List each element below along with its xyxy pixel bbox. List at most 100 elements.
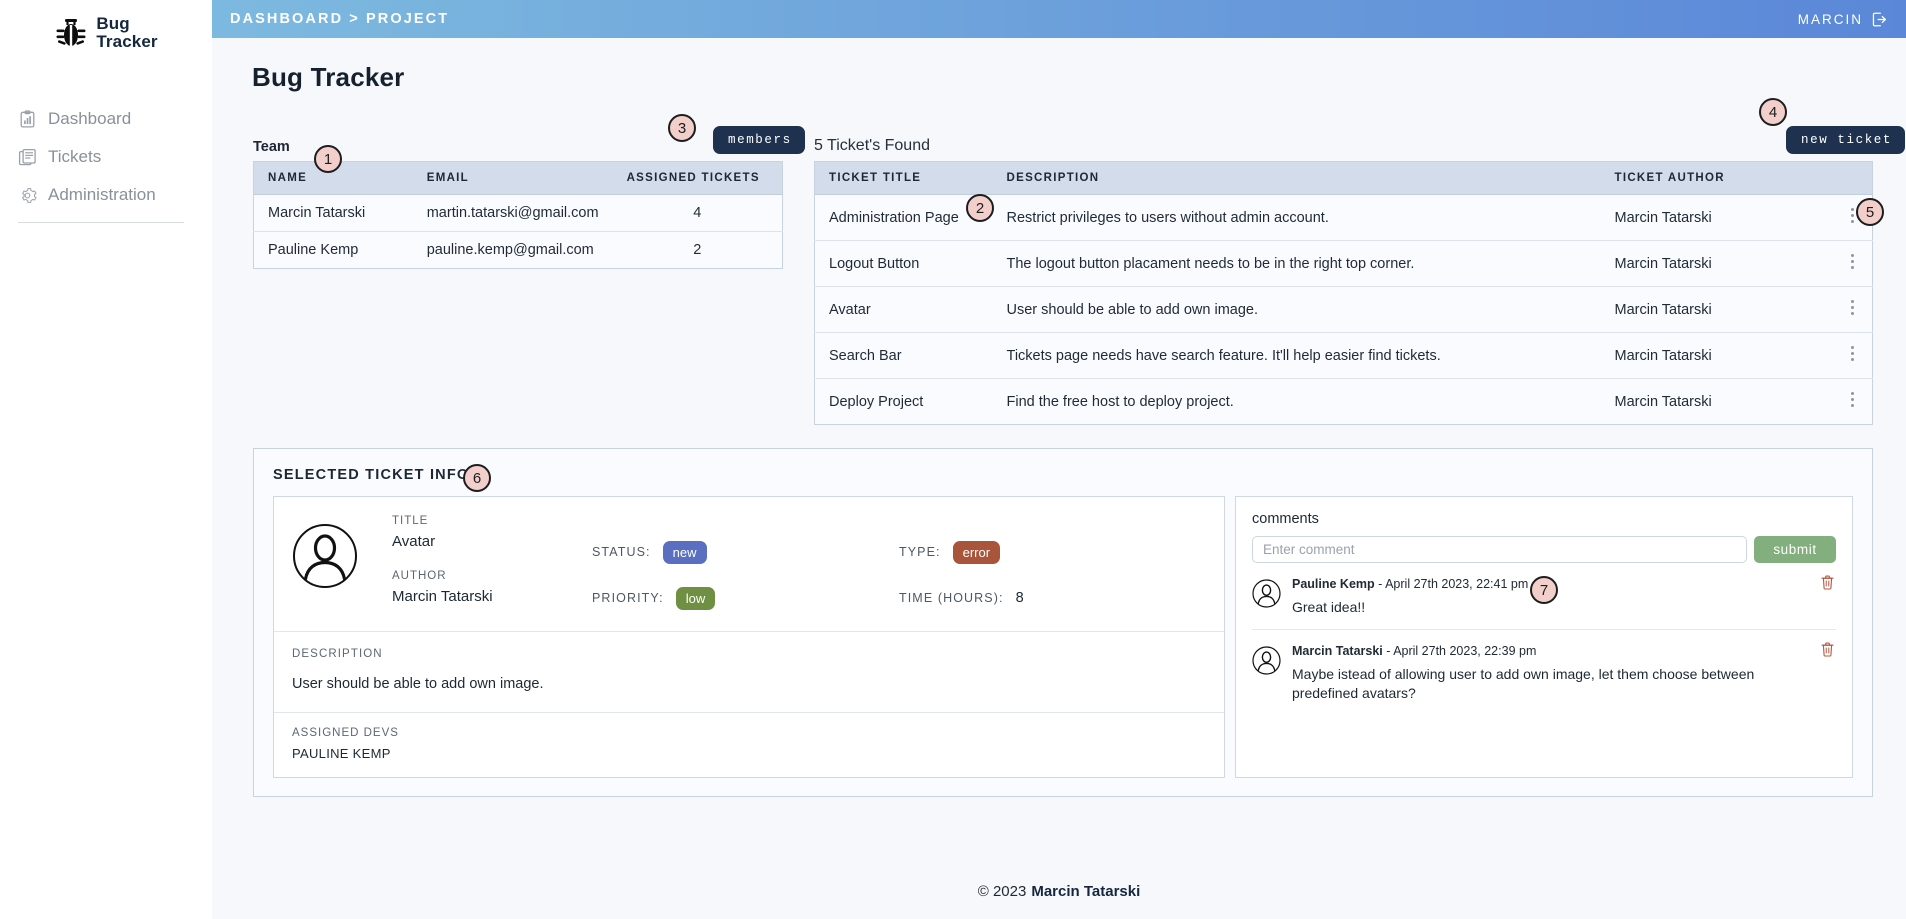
sidebar-item-label: Dashboard [48, 109, 132, 128]
ticket-author-value: Marcin Tatarski [392, 588, 493, 605]
trash-icon[interactable] [1821, 575, 1834, 595]
time-label: TIME (HOURS): [899, 591, 1004, 605]
type-row: TYPE: error [899, 529, 1206, 575]
ticket-author: Marcin Tatarski [1600, 332, 1833, 379]
tickets-table-body: Administration Page Restrict privileges … [814, 194, 1873, 425]
brand-logo[interactable]: Bug Tracker [0, 0, 212, 56]
tickets-found-count: 5 Ticket's Found [814, 137, 930, 154]
type-label: TYPE: [899, 545, 941, 559]
kebab-menu-icon [1850, 343, 1854, 364]
table-row[interactable]: Search Bar Tickets page needs have searc… [814, 332, 1873, 379]
tickets-col-title: TICKET TITLE [814, 161, 993, 195]
ticket-author: Marcin Tatarski [1600, 378, 1833, 425]
comment-author: Marcin Tatarski [1292, 643, 1383, 658]
ticket-row-menu-button[interactable] [1832, 240, 1873, 287]
ticket-description: Find the free host to deploy project. [992, 378, 1601, 425]
ticket-summary-row: TITLE Avatar AUTHOR Marcin Tatarski STAT… [274, 497, 1224, 632]
sidebar-nav: Dashboard Tickets Administration [0, 100, 212, 223]
annotation-badge-6: 6 [463, 464, 491, 492]
ticket-description: The logout button placament needs to be … [992, 240, 1601, 287]
ticket-author-label: AUTHOR [392, 570, 447, 582]
table-row[interactable]: Pauline Kemp pauline.kemp@gmail.com 2 [253, 231, 783, 269]
priority-row: PRIORITY: low [592, 575, 899, 621]
status-label: STATUS: [592, 545, 651, 559]
table-row[interactable]: Deploy Project Find the free host to dep… [814, 378, 1873, 425]
team-table-body: Marcin Tatarski martin.tatarski@gmail.co… [253, 194, 783, 269]
gear-icon [18, 186, 37, 205]
team-label: Team [253, 139, 290, 155]
team-cell-assigned: 4 [612, 194, 783, 232]
ticket-description: User should be able to add own image. [992, 286, 1601, 333]
new-ticket-button[interactable]: new ticket [1786, 126, 1906, 154]
footer-author: Marcin Tatarski [1031, 882, 1141, 900]
submit-comment-button[interactable]: submit [1754, 536, 1836, 563]
brand-text: Bug Tracker [96, 15, 157, 51]
tickets-col-author: TICKET AUTHOR [1600, 161, 1833, 195]
assigned-devs-value: PAULINE KEMP [292, 746, 391, 761]
comment-body: Marcin Tatarski - April 27th 2023, 22:39… [1292, 644, 1836, 703]
sidebar-item-label: Administration [48, 185, 156, 204]
breadcrumb[interactable]: DASHBOARD > PROJECT [230, 11, 449, 27]
ticket-author: Marcin Tatarski [1600, 286, 1833, 333]
annotation-badge-7: 7 [1530, 576, 1558, 604]
ticket-description-section: DESCRIPTION User should be able to add o… [274, 632, 1224, 713]
ticket-title-link[interactable]: Administration Page [814, 194, 993, 241]
ticket-title-link[interactable]: Deploy Project [814, 378, 993, 425]
comments-card: comments submit Pauline Kemp - April 27t… [1235, 496, 1853, 778]
table-row[interactable]: Marcin Tatarski martin.tatarski@gmail.co… [253, 194, 783, 232]
user-name-label: MARCIN [1797, 11, 1863, 27]
ticket-row-menu-button[interactable] [1832, 332, 1873, 379]
sidebar: Bug Tracker Dashboard Tickets Administra… [0, 0, 212, 919]
ticket-description: Restrict privileges to users without adm… [992, 194, 1601, 241]
comment-header: Marcin Tatarski - April 27th 2023, 22:39… [1292, 644, 1806, 658]
bug-icon [54, 16, 88, 50]
ticket-title-link[interactable]: Avatar [814, 286, 993, 333]
ticket-author: Marcin Tatarski [1600, 194, 1833, 241]
time-value: 8 [1015, 590, 1024, 606]
annotation-badge-3: 3 [668, 114, 696, 142]
selected-ticket-panel: SELECTED TICKET INFO TITLE Avatar AUTHOR… [253, 448, 1873, 797]
sidebar-item-administration[interactable]: Administration [18, 176, 212, 214]
top-bar: DASHBOARD > PROJECT MARCIN [212, 0, 1906, 38]
table-header-row: TICKET TITLE DESCRIPTION TICKET AUTHOR [814, 161, 1873, 195]
comment-input[interactable] [1252, 536, 1747, 563]
table-row[interactable]: Avatar User should be able to add own im… [814, 286, 1873, 333]
comment-timestamp: - April 27th 2023, 22:41 pm [1374, 577, 1529, 591]
team-col-assigned: ASSIGNED TICKETS [612, 161, 783, 195]
ticket-title-link[interactable]: Logout Button [814, 240, 993, 287]
page-title: Bug Tracker [252, 62, 405, 92]
members-button[interactable]: members [713, 126, 805, 154]
description-value: User should be able to add own image. [292, 676, 544, 692]
trash-icon[interactable] [1821, 642, 1834, 662]
ticket-author: Marcin Tatarski [1600, 240, 1833, 287]
assigned-devs-section: ASSIGNED DEVS PAULINE KEMP [274, 713, 1224, 775]
new-ticket-button-wrapper: new ticket [1786, 126, 1906, 154]
comments-label: comments [1252, 511, 1319, 527]
annotation-badge-4: 4 [1759, 98, 1787, 126]
team-col-email: EMAIL [412, 161, 613, 195]
footer: © 2023 Marcin Tatarski [212, 863, 1906, 919]
tickets-table-head: TICKET TITLE DESCRIPTION TICKET AUTHOR [814, 161, 1873, 195]
ticket-meta-col-right: TYPE: error TIME (HOURS): 8 [899, 529, 1206, 621]
team-cell-email: pauline.kemp@gmail.com [412, 231, 613, 269]
brand-line-2: Tracker [96, 32, 158, 51]
sidebar-item-dashboard[interactable]: Dashboard [18, 100, 212, 138]
comment-form: submit [1252, 536, 1836, 563]
logout-icon[interactable] [1871, 11, 1888, 28]
table-row[interactable]: Logout Button The logout button placamen… [814, 240, 1873, 287]
kebab-menu-icon [1850, 389, 1854, 410]
ticket-row-menu-button[interactable] [1832, 378, 1873, 425]
kebab-menu-icon [1850, 205, 1854, 226]
selected-ticket-body: TITLE Avatar AUTHOR Marcin Tatarski STAT… [273, 496, 1853, 778]
ticket-meta-grid: STATUS: new PRIORITY: low TYPE: error TI… [592, 515, 1206, 621]
team-cell-name: Marcin Tatarski [253, 194, 413, 232]
user-menu[interactable]: MARCIN [1798, 11, 1888, 28]
ticket-row-menu-button[interactable] [1832, 286, 1873, 333]
team-cell-name: Pauline Kemp [253, 231, 413, 269]
annotation-badge-5: 5 [1856, 198, 1884, 226]
sidebar-item-tickets[interactable]: Tickets [18, 138, 212, 176]
tickets-col-actions [1832, 161, 1873, 195]
team-cell-assigned: 2 [612, 231, 783, 269]
ticket-title-link[interactable]: Search Bar [814, 332, 993, 379]
comment-author: Pauline Kemp [1292, 577, 1375, 591]
